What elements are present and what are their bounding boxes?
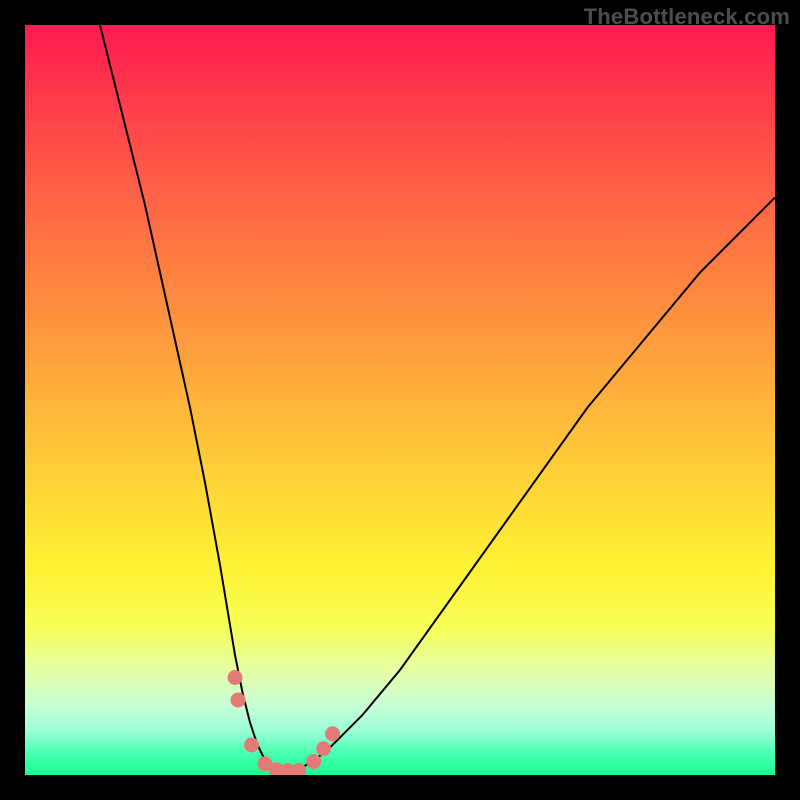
chart-frame: TheBottleneck.com [0,0,800,800]
chart-plot-area [25,25,775,775]
